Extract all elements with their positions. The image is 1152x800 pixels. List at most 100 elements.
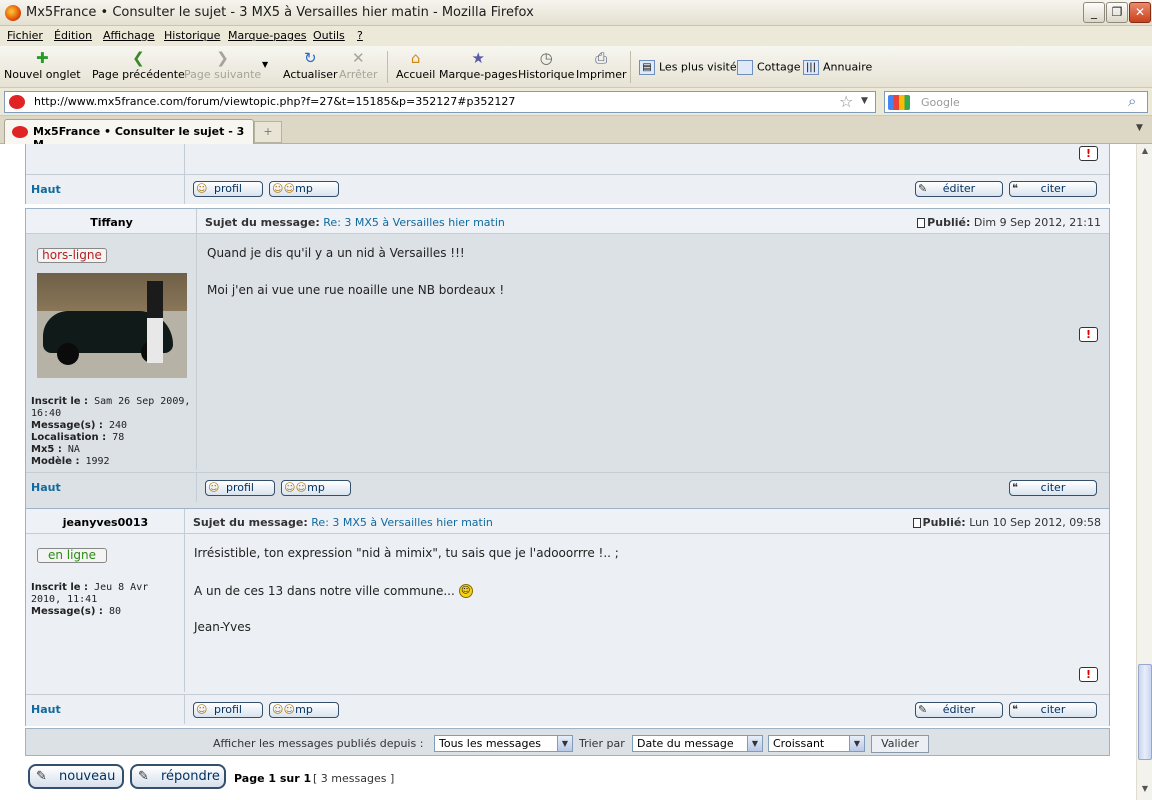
post-author-name[interactable]: jeanyves0013 [26, 516, 185, 529]
author-info: Inscrit le : Sam 26 Sep 2009, 16:40 Mess… [31, 396, 191, 468]
bookmark-star-icon[interactable]: ☆ [839, 92, 853, 111]
new-tab-plus-button[interactable]: + [254, 121, 282, 143]
new-tab-icon: ✚ [36, 49, 49, 67]
back-to-top-link[interactable]: Haut [31, 703, 61, 716]
url-dropdown-icon[interactable]: ▼ [861, 96, 868, 106]
sort-bar: Afficher les messages publiés depuis : T… [25, 728, 1110, 756]
tab-list-dropdown-icon[interactable]: ▼ [1136, 123, 1143, 133]
person-figure [147, 281, 163, 363]
url-input[interactable]: http://www.mx5france.com/forum/viewtopic… [4, 91, 876, 113]
bookmark-annuaire[interactable]: ||| Annuaire [803, 60, 872, 75]
back-to-top-link[interactable]: Haut [31, 481, 61, 494]
new-tab-button[interactable]: ✚ Nouvel onglet [4, 48, 81, 81]
post-text-line: Quand je dis qu'il y a un nid à Versaill… [207, 246, 465, 260]
post-date: Publié: Dim 9 Sep 2012, 21:11 [917, 216, 1101, 229]
vertical-scrollbar[interactable]: ▲ ▼ [1136, 144, 1152, 800]
stop-label: Arrêter [339, 68, 378, 81]
post-date: Publié: Lun 10 Sep 2012, 09:58 [912, 516, 1101, 529]
printer-icon: ⎙ [595, 49, 608, 67]
pm-button[interactable]: ☺☺ mp [269, 181, 339, 197]
quote-button[interactable]: ❝ citer [1009, 480, 1097, 496]
info-label: Message(s) : [31, 420, 103, 431]
new-topic-button[interactable]: ✎ nouveau [28, 764, 124, 789]
profile-button[interactable]: ☺ profil [193, 181, 263, 197]
quote-button[interactable]: ❝ citer [1009, 702, 1097, 718]
quote-bubble-icon: ❝ [1012, 481, 1018, 494]
subject-link[interactable]: Re: 3 MX5 à Versailles hier matin [311, 516, 493, 529]
bookmarks-icon: ★ [471, 49, 485, 67]
edit-button[interactable]: ✎ éditer [915, 702, 1003, 718]
profile-button[interactable]: ☺ profil [205, 480, 275, 496]
menu-help[interactable]: ? [357, 29, 363, 42]
menu-marque-pages[interactable]: Marque-pages [228, 29, 306, 42]
sort-order-select[interactable]: Croissant ▼ [768, 735, 865, 752]
post-author-name[interactable]: Tiffany [26, 216, 197, 229]
info-label: Inscrit le : [31, 582, 89, 593]
home-button[interactable]: ⌂ Accueil [396, 48, 435, 81]
menu-fichier[interactable]: Fichier [7, 29, 43, 42]
close-window-button[interactable]: ✕ [1129, 2, 1151, 23]
users-icon: ☺☺ [272, 182, 295, 195]
filter-select[interactable]: Tous les messages ▼ [434, 735, 573, 752]
menu-historique[interactable]: Historique [164, 29, 220, 42]
google-engine-icon[interactable] [888, 95, 910, 110]
history-button[interactable]: ◷ Historique [518, 48, 574, 81]
filter-value: Tous les messages [439, 737, 541, 750]
validate-button[interactable]: Valider [871, 735, 929, 753]
minimize-button[interactable]: _ [1083, 2, 1105, 23]
order-value: Croissant [773, 737, 825, 750]
previous-post-tail: ! [25, 144, 1110, 174]
sort-value: Date du message [637, 737, 734, 750]
post-body: hors-ligne Inscrit le : Sam 26 Sep 2009,… [26, 234, 1109, 470]
car-wheel [57, 343, 79, 365]
quote-label: citer [1040, 703, 1066, 716]
reload-icon: ↻ [303, 49, 317, 67]
menu-edition[interactable]: Édition [54, 29, 92, 42]
profile-button[interactable]: ☺ profil [193, 702, 263, 718]
profile-label: profil [214, 182, 242, 195]
back-to-top-link[interactable]: Haut [31, 183, 61, 196]
bookmarks-button[interactable]: ★ Marque-pages [439, 48, 517, 81]
search-input[interactable]: Google ⌕ [884, 91, 1148, 113]
bookmark-most-visited[interactable]: ▤ Les plus visités [639, 60, 742, 75]
message-count: [ 3 messages ] [313, 772, 395, 785]
stop-button[interactable]: ✕ Arrêter [339, 48, 378, 81]
report-button[interactable]: ! [1079, 667, 1098, 682]
chevron-down-icon: ▼ [747, 736, 762, 751]
info-value: 240 [108, 420, 127, 431]
pm-button[interactable]: ☺☺ mp [269, 702, 339, 718]
search-icon[interactable]: ⌕ [1128, 92, 1136, 110]
report-button[interactable]: ! [1079, 327, 1098, 342]
edit-button[interactable]: ✎ éditer [915, 181, 1003, 197]
tab-active[interactable]: Mx5France • Consulter le sujet - 3 M... [4, 119, 254, 151]
report-button[interactable]: ! [1079, 146, 1098, 161]
bookmark-cottage[interactable]: Cottage [737, 60, 801, 75]
sort-field-select[interactable]: Date du message ▼ [632, 735, 763, 752]
profile-label: profil [214, 703, 242, 716]
maximize-button[interactable]: ❐ [1106, 2, 1128, 23]
reload-button[interactable]: ↻ Actualiser [283, 48, 338, 81]
pm-button[interactable]: ☺☺ mp [281, 480, 351, 496]
menu-affichage[interactable]: Affichage [103, 29, 155, 42]
reply-button[interactable]: ✎ répondre [130, 764, 226, 789]
info-label: Mx5 : [31, 444, 62, 455]
back-button[interactable]: ❮ Page précédente [92, 48, 185, 81]
post-icon [912, 518, 921, 528]
forward-button[interactable]: ❯ Page suivante [184, 48, 261, 81]
new-topic-label: nouveau [59, 769, 116, 784]
site-favicon [9, 95, 25, 109]
forward-arrow-icon: ❯ [216, 49, 229, 67]
scrollbar-thumb[interactable] [1138, 664, 1152, 760]
info-messages: Message(s) : 80 [31, 606, 181, 618]
quote-button[interactable]: ❝ citer [1009, 181, 1097, 197]
history-dropdown-icon[interactable]: ▼ [262, 60, 268, 69]
print-button[interactable]: ⎙ Imprimer [576, 48, 627, 81]
scroll-down-icon[interactable]: ▼ [1139, 784, 1151, 798]
scroll-up-icon[interactable]: ▲ [1139, 146, 1151, 160]
subject-link[interactable]: Re: 3 MX5 à Versailles hier matin [323, 216, 505, 229]
menu-outils[interactable]: Outils [313, 29, 345, 42]
pencil-icon: ✎ [918, 182, 928, 195]
users-icon: ☺☺ [284, 481, 307, 494]
url-text: http://www.mx5france.com/forum/viewtopic… [34, 95, 516, 108]
pm-label: mp [295, 703, 313, 716]
